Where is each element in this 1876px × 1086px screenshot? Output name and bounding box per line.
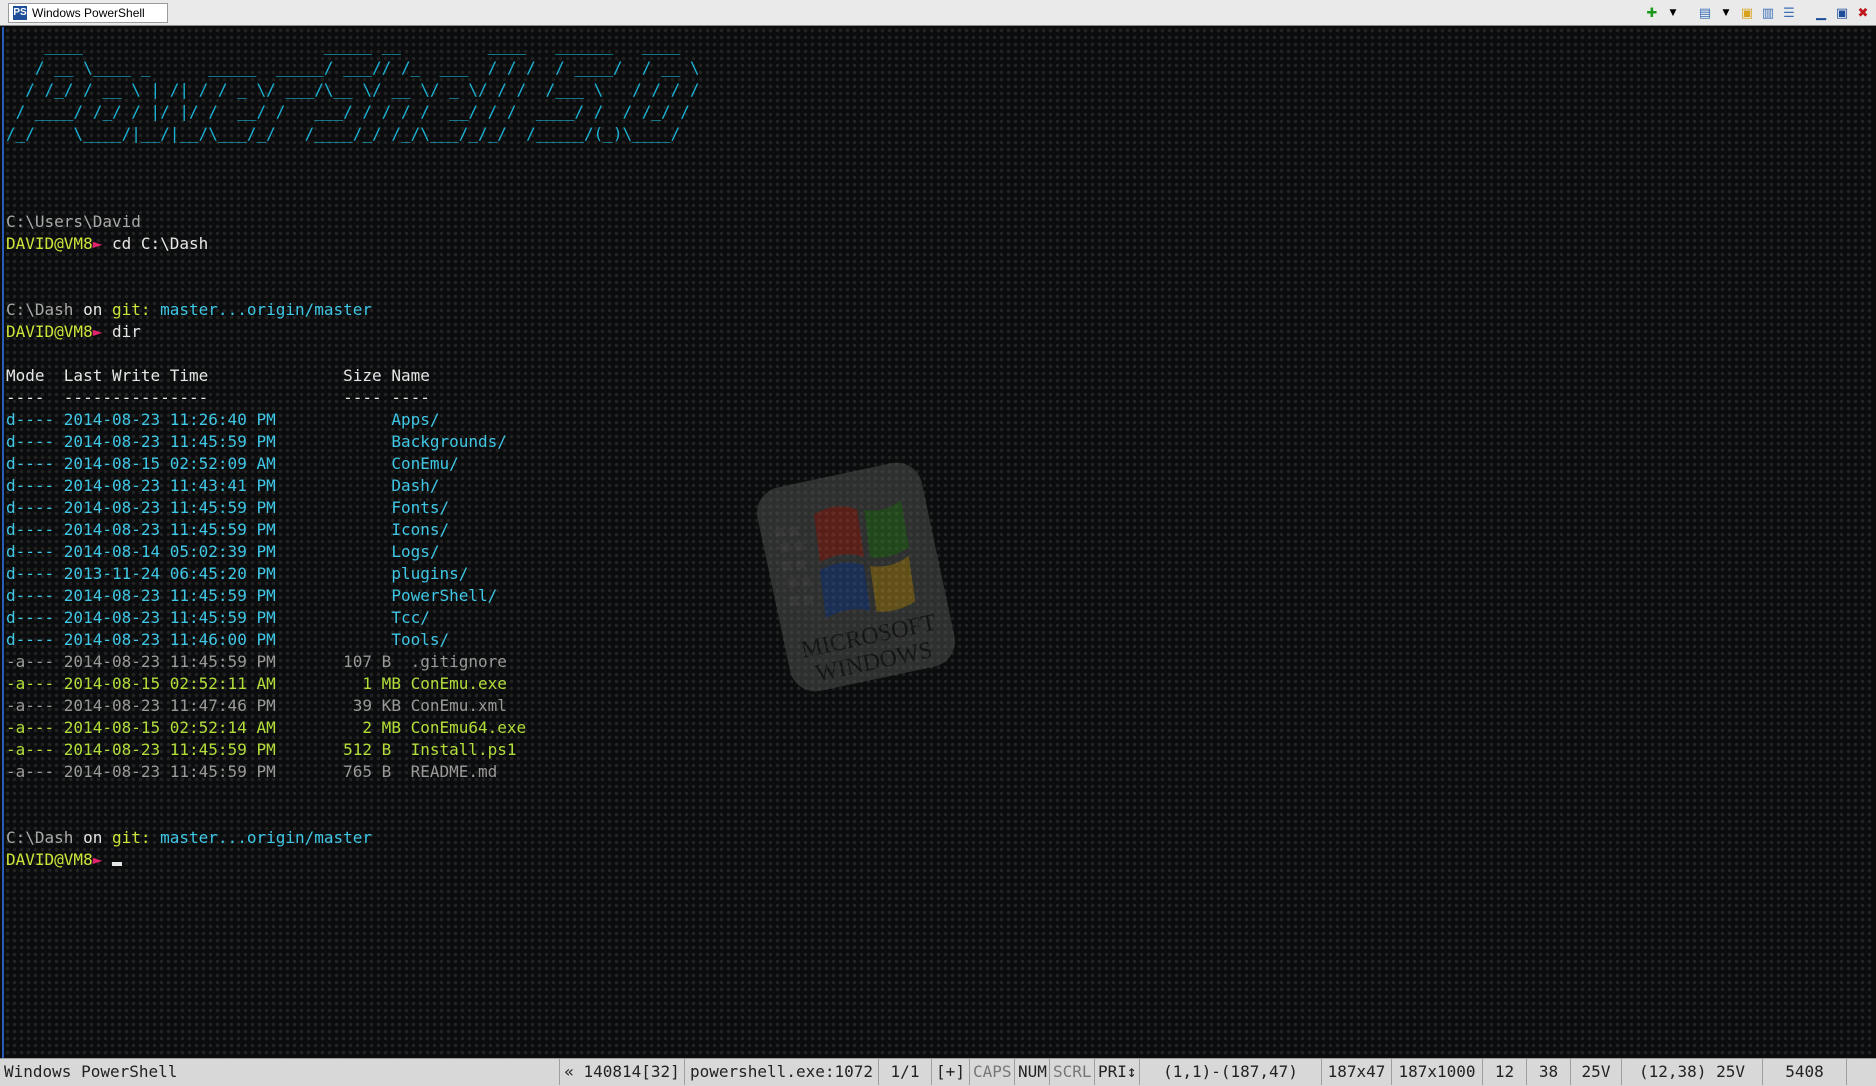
prompt-user: DAVID@VM8 bbox=[6, 322, 93, 341]
dir-row: d---- 2014-08-23 11:43:41 PM Dash/ bbox=[6, 476, 440, 495]
window-controls: ✚ ▼ ▤ ▼ ▣ ▥ ☰ ▁ ▣ ✖ bbox=[1643, 4, 1872, 22]
git-branch: master...origin/master bbox=[150, 300, 373, 319]
ascii-banner-line: /_/ \____/|__/|__/\___/_/ /____/_/ /_/\_… bbox=[6, 124, 681, 143]
ascii-banner-line: / __ \____ _ _____ _____/ ___// /_ ___ /… bbox=[6, 58, 700, 77]
dir-row: d---- 2014-08-23 11:45:59 PM Icons/ bbox=[6, 520, 450, 539]
text-cursor[interactable] bbox=[111, 862, 122, 866]
status-buffer-size: 187x1000 bbox=[1392, 1059, 1483, 1085]
git-label: git: bbox=[111, 828, 151, 847]
minimize-icon[interactable]: ▁ bbox=[1812, 4, 1830, 22]
dir-row: d---- 2014-08-23 11:45:59 PM Backgrounds… bbox=[6, 432, 507, 451]
terminal-output: ____ _____ __ ____ ______ ____ / __ \___… bbox=[6, 35, 700, 871]
status-tab-count[interactable]: 1/1 bbox=[879, 1059, 932, 1085]
powershell-icon: PS bbox=[13, 6, 27, 20]
split-view-icon[interactable]: ▥ bbox=[1759, 4, 1777, 22]
file-row: -a--- 2014-08-23 11:45:59 PM 107 B .giti… bbox=[6, 652, 507, 671]
prompt-path: C:\Dash bbox=[6, 828, 74, 847]
dir-row: d---- 2014-08-23 11:26:40 PM Apps/ bbox=[6, 410, 440, 429]
layout-icon[interactable]: ▤ bbox=[1696, 4, 1714, 22]
status-cursor-info: (12,38) 25V bbox=[1622, 1059, 1763, 1085]
dir-row: d---- 2014-08-14 05:02:39 PM Logs/ bbox=[6, 542, 440, 561]
prompt-arrow-icon: ► bbox=[92, 850, 103, 869]
dir-row: d---- 2014-08-23 11:45:59 PM Tcc/ bbox=[6, 608, 430, 627]
prompt-arrow-icon: ► bbox=[92, 322, 103, 341]
file-row: -a--- 2014-08-23 11:47:46 PM 39 KB ConEm… bbox=[6, 696, 507, 715]
command-text: cd C:\Dash bbox=[102, 234, 209, 253]
prompt-user: DAVID@VM8 bbox=[6, 234, 93, 253]
prompt-on: on bbox=[73, 828, 112, 847]
ascii-banner-line: ____ _____ __ ____ ______ ____ bbox=[6, 36, 681, 55]
dropdown-icon[interactable]: ▼ bbox=[1664, 4, 1682, 22]
status-selection: (1,1)-(187,47) bbox=[1140, 1059, 1322, 1085]
status-bar: Windows PowerShell « 140814[32] powershe… bbox=[0, 1058, 1876, 1086]
dir-row: d---- 2014-08-23 11:45:59 PM Fonts/ bbox=[6, 498, 450, 517]
dir-rule: ---- --------------- ---- ---- bbox=[6, 388, 430, 407]
status-cursor-x: 12 bbox=[1483, 1059, 1527, 1085]
status-pid: 5408 bbox=[1763, 1059, 1847, 1085]
file-row: -a--- 2014-08-15 02:52:14 AM 2 MB ConEmu… bbox=[6, 718, 527, 737]
prompt-user: DAVID@VM8 bbox=[6, 850, 93, 869]
file-row: -a--- 2014-08-23 11:45:59 PM 765 B READM… bbox=[6, 762, 498, 781]
ascii-banner-line: / ____/ /_/ / |/ |/ / __/ / ___/ / / / /… bbox=[6, 102, 690, 121]
tab-label: Windows PowerShell bbox=[32, 6, 145, 20]
menu-icon[interactable]: ☰ bbox=[1780, 4, 1798, 22]
status-window-size: 187x47 bbox=[1322, 1059, 1392, 1085]
terminal-console[interactable]: MICROSOFT WINDOWS ____ _____ __ ____ ___… bbox=[2, 27, 1874, 1058]
git-branch: master...origin/master bbox=[150, 828, 373, 847]
dir-row: d---- 2014-08-15 02:52:09 AM ConEmu/ bbox=[6, 454, 459, 473]
status-scroll[interactable]: SCRL bbox=[1050, 1059, 1095, 1085]
status-build[interactable]: « 140814[32] bbox=[560, 1059, 685, 1085]
lock-icon[interactable]: ▣ bbox=[1738, 4, 1756, 22]
status-priority[interactable]: PRI↕ bbox=[1095, 1059, 1140, 1085]
command-text: dir bbox=[102, 322, 141, 341]
title-bar: PS Windows PowerShell ✚ ▼ ▤ ▼ ▣ ▥ ☰ ▁ ▣ … bbox=[0, 0, 1876, 26]
prompt-path: C:\Dash bbox=[6, 300, 74, 319]
add-tab-icon[interactable]: ✚ bbox=[1643, 4, 1661, 22]
prompt-path: C:\Users\David bbox=[6, 212, 141, 231]
status-cursor-height: 25V bbox=[1571, 1059, 1622, 1085]
dir-row: d---- 2014-08-23 11:46:00 PM Tools/ bbox=[6, 630, 450, 649]
dir-row: d---- 2013-11-24 06:45:20 PM plugins/ bbox=[6, 564, 469, 583]
maximize-icon[interactable]: ▣ bbox=[1833, 4, 1851, 22]
dropdown-icon[interactable]: ▼ bbox=[1717, 4, 1735, 22]
prompt-arrow-icon: ► bbox=[92, 234, 103, 253]
status-caps[interactable]: CAPS bbox=[970, 1059, 1015, 1085]
git-label: git: bbox=[111, 300, 151, 319]
close-icon[interactable]: ✖ bbox=[1854, 4, 1872, 22]
dir-row: d---- 2014-08-23 11:45:59 PM PowerShell/ bbox=[6, 586, 498, 605]
tab-powershell[interactable]: PS Windows PowerShell bbox=[8, 3, 168, 23]
file-row: -a--- 2014-08-15 02:52:11 AM 1 MB ConEmu… bbox=[6, 674, 507, 693]
status-process[interactable]: powershell.exe:1072 bbox=[685, 1059, 879, 1085]
file-row: -a--- 2014-08-23 11:45:59 PM 512 B Insta… bbox=[6, 740, 517, 759]
windows-logo-watermark: MICROSOFT WINDOWS bbox=[757, 462, 955, 692]
dir-header: Mode Last Write Time Size Name bbox=[6, 366, 430, 385]
status-num[interactable]: NUM bbox=[1015, 1059, 1050, 1085]
status-cursor-y: 38 bbox=[1527, 1059, 1571, 1085]
prompt-on: on bbox=[73, 300, 112, 319]
status-title: Windows PowerShell bbox=[0, 1059, 560, 1085]
status-new-console[interactable]: [+] bbox=[932, 1059, 970, 1085]
ascii-banner-line: / /_/ / __ \ | /| / / _ \/ ___/\__ \/ __… bbox=[6, 80, 700, 99]
